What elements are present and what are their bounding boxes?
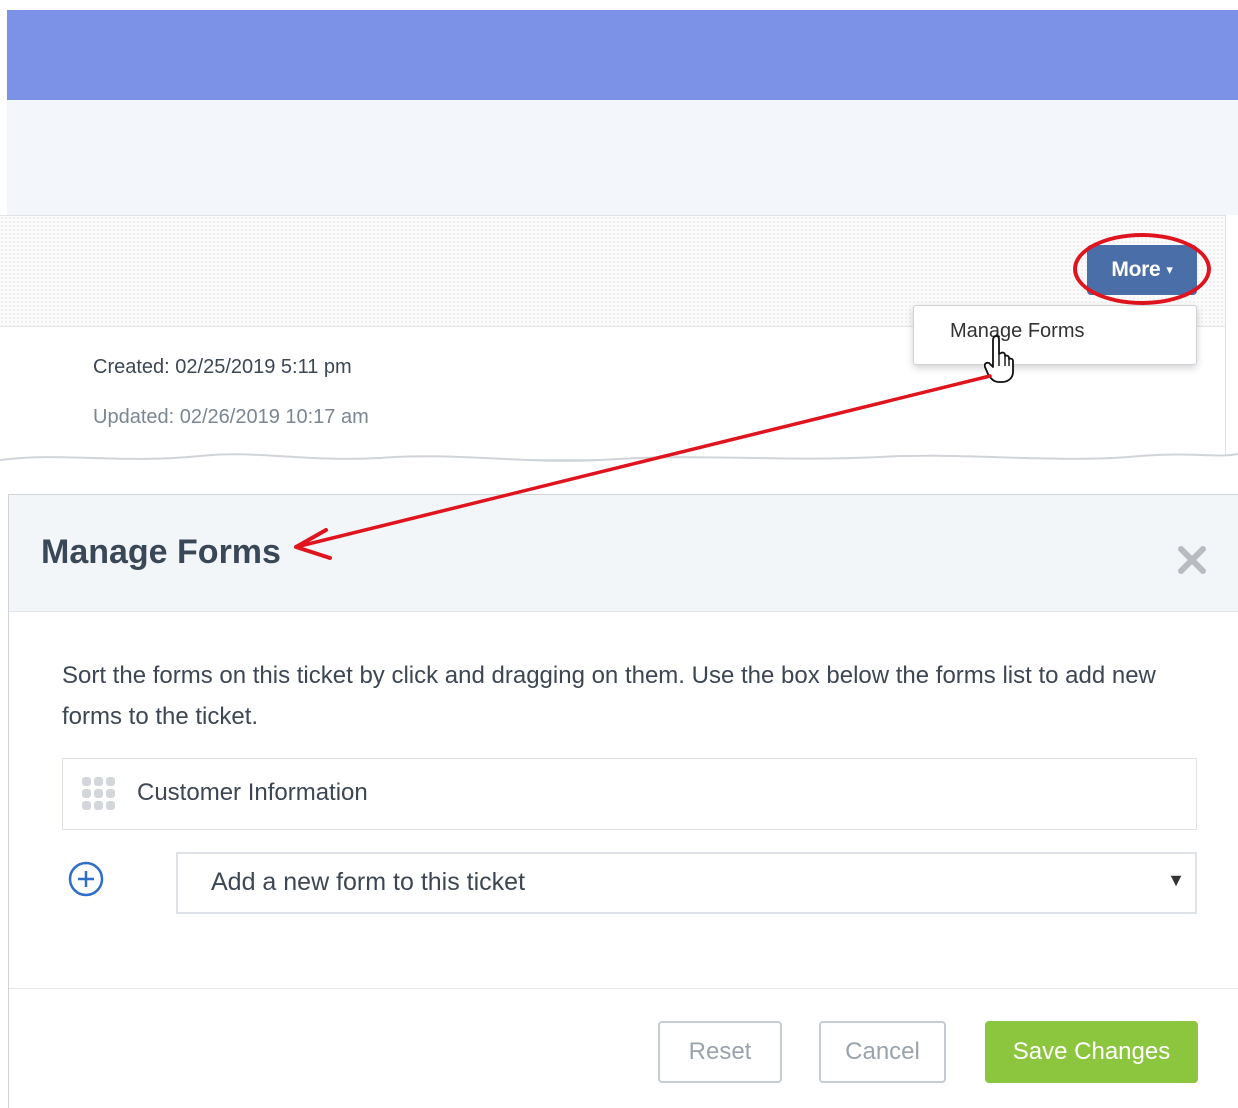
form-list-item-label: Customer Information (137, 779, 368, 806)
sub-header-area (7, 100, 1238, 215)
hand-cursor-icon (984, 335, 1014, 383)
created-timestamp: Created: 02/25/2019 5:11 pm (93, 356, 352, 378)
add-circle-icon[interactable] (67, 860, 105, 898)
top-header-bar (7, 10, 1238, 100)
torn-edge-divider (0, 453, 1238, 478)
dropdown-arrow-icon: ▼ (1167, 870, 1185, 890)
save-changes-button[interactable]: Save Changes (985, 1021, 1198, 1083)
cancel-button[interactable]: Cancel (819, 1021, 946, 1083)
form-list-item[interactable]: Customer Information (62, 758, 1197, 830)
modal-title: Manage Forms (41, 533, 281, 571)
modal-footer-divider (9, 988, 1238, 989)
manage-forms-modal: Manage Forms Sort the forms on this tick… (8, 494, 1238, 1108)
more-dropdown-menu: Manage Forms (913, 305, 1197, 365)
modal-header: Manage Forms (9, 495, 1238, 612)
modal-description: Sort the forms on this ticket by click a… (62, 662, 1156, 730)
add-form-select-value: Add a new form to this ticket (211, 868, 526, 896)
reset-button[interactable]: Reset (658, 1021, 782, 1083)
annotation-highlight-ring (1073, 233, 1211, 305)
updated-timestamp: Updated: 02/26/2019 10:17 am (93, 406, 369, 428)
drag-handle-icon[interactable] (80, 775, 118, 813)
add-form-select[interactable]: Add a new form to this ticket ▼ (176, 852, 1197, 914)
close-icon[interactable] (1177, 545, 1207, 575)
